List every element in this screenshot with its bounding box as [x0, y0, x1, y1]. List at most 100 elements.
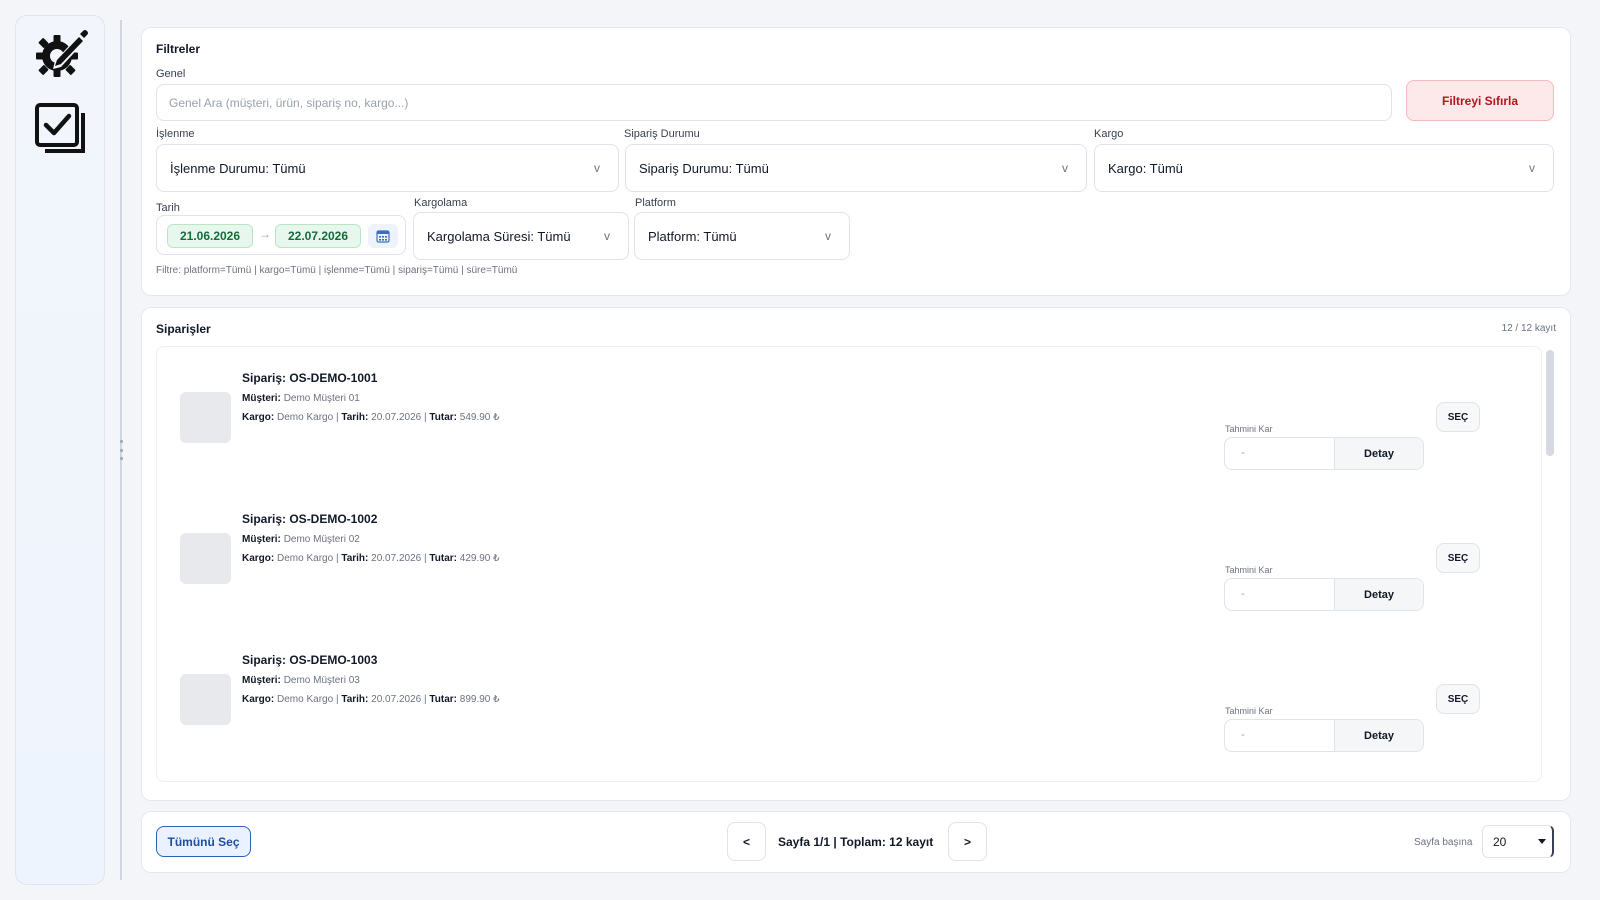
processing-status-value: İşlenme Durumu: Tümü — [170, 160, 306, 176]
estimated-profit-value: - — [1241, 588, 1245, 600]
product-thumbnail — [180, 533, 231, 584]
shipping-label: Kargolama — [414, 197, 468, 209]
order-meta-line: Kargo: Demo Kargo | Tarih: 20.07.2026 | … — [242, 412, 500, 423]
checklist-icon[interactable] — [30, 98, 92, 160]
sidebar — [15, 15, 105, 885]
date-value: 20.07.2026 — [371, 412, 422, 423]
cargo-label: Kargo: — [242, 694, 275, 705]
platform-select[interactable]: Platform: Tümü v — [634, 212, 850, 260]
separator: | — [424, 412, 427, 423]
separator: | — [424, 553, 427, 564]
amount-label: Tutar: — [429, 412, 457, 423]
customer-value: Demo Müşteri 03 — [283, 675, 360, 686]
order-row: Sipariş: OS-DEMO-1002 Müşteri: Demo Müşt… — [157, 488, 1541, 629]
order-status-label: Sipariş Durumu — [624, 128, 700, 140]
order-customer-line: Müşteri: Demo Müşteri 02 — [242, 534, 360, 545]
per-page-value: 20 — [1493, 834, 1507, 849]
select-order-button[interactable]: SEÇ — [1436, 684, 1480, 714]
detail-button[interactable]: Detay — [1334, 438, 1423, 469]
order-title: Sipariş: OS-DEMO-1002 — [242, 512, 378, 526]
processing-status-select[interactable]: İşlenme Durumu: Tümü v — [156, 144, 619, 192]
filters-panel: Filtreler Genel Genel Ara (müşteri, ürün… — [141, 27, 1571, 296]
amount-value: 899.90 ₺ — [459, 694, 500, 705]
order-status-value: Sipariş Durumu: Tümü — [639, 160, 769, 176]
date-value: 20.07.2026 — [371, 694, 422, 705]
orders-scrollbar[interactable] — [1546, 348, 1554, 780]
select-order-button[interactable]: SEÇ — [1436, 543, 1480, 573]
filters-title: Filtreler — [156, 42, 201, 56]
record-count: 12 / 12 kayıt — [1501, 323, 1556, 334]
date-label: Tarih — [156, 202, 180, 214]
per-page-label: Sayfa başına — [1414, 837, 1473, 848]
order-row: Sipariş: OS-DEMO-1001 Müşteri: Demo Müşt… — [157, 347, 1541, 488]
date-label: Tarih: — [341, 694, 369, 705]
customer-label: Müşteri: — [242, 675, 281, 686]
order-row: Sipariş: OS-DEMO-1003 Müşteri: Demo Müşt… — [157, 629, 1541, 770]
order-customer-line: Müşteri: Demo Müşteri 01 — [242, 393, 360, 404]
chevron-down-icon: v — [594, 161, 600, 175]
estimated-profit-field[interactable]: - Detay — [1224, 578, 1424, 611]
amount-value: 429.90 ₺ — [459, 553, 500, 564]
customer-label: Müşteri: — [242, 393, 281, 404]
cargo-select[interactable]: Kargo: Tümü v — [1094, 144, 1554, 192]
shipping-time-value: Kargolama Süresi: Tümü — [427, 228, 571, 244]
estimated-profit-label: Tahmini Kar — [1225, 706, 1273, 716]
caret-down-icon — [1538, 839, 1546, 844]
pagination-footer: Tümünü Seç < Sayfa 1/1 | Toplam: 12 kayı… — [141, 811, 1571, 873]
customer-value: Demo Müşteri 02 — [283, 534, 360, 545]
order-title: Sipariş: OS-DEMO-1003 — [242, 653, 378, 667]
per-page-select[interactable]: 20 — [1482, 825, 1554, 858]
platform-value: Platform: Tümü — [648, 228, 737, 244]
next-page-button[interactable]: > — [948, 822, 987, 861]
order-title: Sipariş: OS-DEMO-1001 — [242, 371, 378, 385]
amount-label: Tutar: — [429, 694, 457, 705]
cargo-value: Demo Kargo — [277, 412, 334, 423]
detail-button[interactable]: Detay — [1334, 579, 1423, 610]
amount-label: Tutar: — [429, 553, 457, 564]
separator: | — [335, 412, 339, 423]
scrollbar-thumb[interactable] — [1546, 350, 1554, 456]
orders-title: Siparişler — [156, 322, 211, 336]
date-value: 20.07.2026 — [371, 553, 422, 564]
chevron-down-icon: v — [604, 229, 610, 243]
date-start[interactable]: 21.06.2026 — [167, 224, 253, 248]
date-label: Tarih: — [341, 553, 369, 564]
amount-value: 549.90 ₺ — [459, 412, 500, 423]
estimated-profit-field[interactable]: - Detay — [1224, 719, 1424, 752]
estimated-profit-field[interactable]: - Detay — [1224, 437, 1424, 470]
date-end[interactable]: 22.07.2026 — [275, 224, 361, 248]
prev-page-button[interactable]: < — [727, 822, 766, 861]
calendar-icon — [376, 230, 390, 243]
chevron-down-icon: v — [825, 229, 831, 243]
filter-summary: Filtre: platform=Tümü | kargo=Tümü | işl… — [156, 265, 518, 276]
separator: | — [424, 694, 427, 705]
estimated-profit-value: - — [1241, 729, 1245, 741]
general-label: Genel — [156, 68, 186, 80]
date-label: Tarih: — [341, 412, 369, 423]
product-thumbnail — [180, 392, 231, 443]
estimated-profit-label: Tahmini Kar — [1225, 565, 1273, 575]
splitter-handle-icon[interactable] — [117, 440, 125, 460]
separator: | — [335, 694, 339, 705]
cargo-value: Demo Kargo — [277, 694, 334, 705]
product-thumbnail — [180, 674, 231, 725]
cargo-value: Demo Kargo — [277, 553, 334, 564]
calendar-button[interactable] — [368, 224, 398, 248]
separator: | — [335, 553, 339, 564]
select-all-button[interactable]: Tümünü Seç — [156, 826, 251, 857]
shipping-time-select[interactable]: Kargolama Süresi: Tümü v — [413, 212, 629, 260]
arrow-right-icon: → — [259, 227, 271, 241]
select-order-button[interactable]: SEÇ — [1436, 402, 1480, 432]
reset-filters-button[interactable]: Filtreyi Sıfırla — [1406, 80, 1554, 121]
general-search-input[interactable]: Genel Ara (müşteri, ürün, sipariş no, ka… — [156, 84, 1392, 121]
estimated-profit-label: Tahmini Kar — [1225, 424, 1273, 434]
cargo-value: Kargo: Tümü — [1108, 160, 1183, 176]
processing-label: İşlenme — [156, 128, 195, 140]
customer-value: Demo Müşteri 01 — [283, 393, 360, 404]
order-customer-line: Müşteri: Demo Müşteri 03 — [242, 675, 360, 686]
edit-gear-icon[interactable] — [30, 21, 92, 83]
order-meta-line: Kargo: Demo Kargo | Tarih: 20.07.2026 | … — [242, 694, 500, 705]
detail-button[interactable]: Detay — [1334, 720, 1423, 751]
order-status-select[interactable]: Sipariş Durumu: Tümü v — [625, 144, 1087, 192]
cargo-label: Kargo — [1094, 128, 1124, 140]
